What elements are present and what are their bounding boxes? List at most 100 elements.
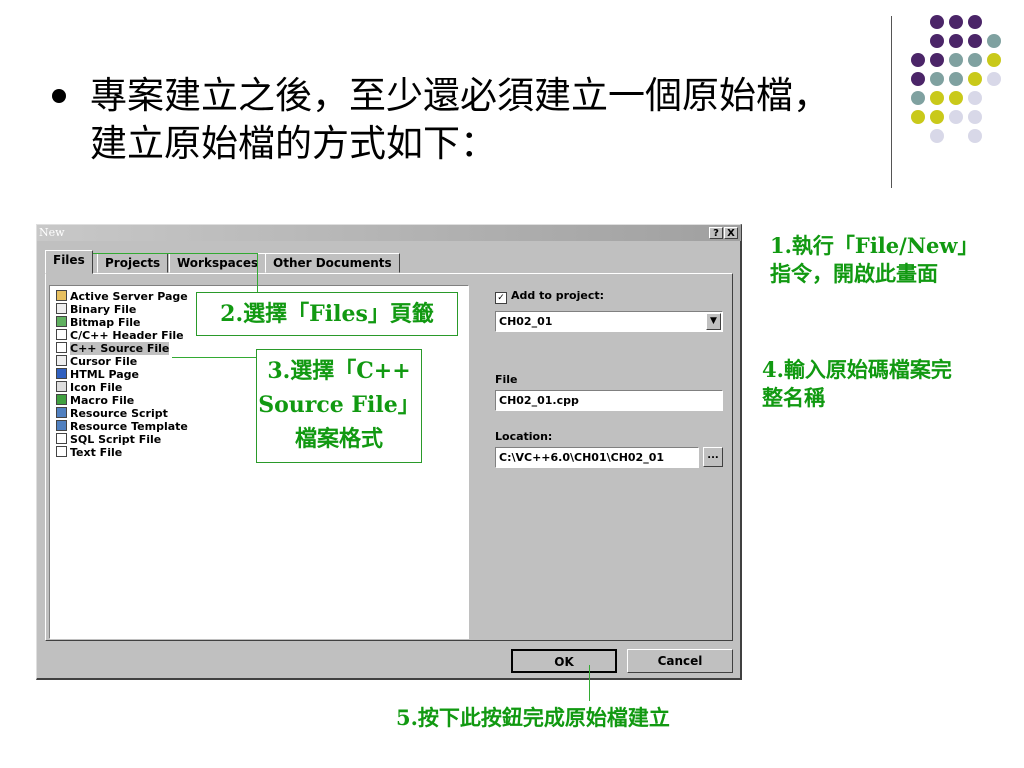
list-item[interactable]: Text File bbox=[56, 446, 122, 459]
list-item[interactable]: Macro File bbox=[56, 394, 134, 407]
list-item[interactable]: Resource Template bbox=[56, 420, 188, 433]
macro-file-icon bbox=[56, 394, 67, 405]
dialog-title: New bbox=[39, 226, 65, 239]
decorative-dot bbox=[987, 53, 1001, 67]
callout-file-new: 1.執行「File/New」 指令，開啟此畫面 bbox=[770, 232, 978, 288]
list-item[interactable]: Active Server Page bbox=[56, 290, 188, 303]
callout-enter-filename: 4.輸入原始碼檔案完 整名稱 bbox=[762, 356, 952, 412]
list-item-label: Resource Script bbox=[70, 407, 168, 420]
text-file-icon bbox=[56, 446, 67, 457]
list-item[interactable]: Resource Script bbox=[56, 407, 168, 420]
list-item-selected[interactable]: C++ Source File bbox=[56, 342, 170, 355]
decorative-dot bbox=[968, 91, 982, 105]
decorative-dot bbox=[911, 91, 925, 105]
tab-other-documents[interactable]: Other Documents bbox=[265, 253, 400, 273]
add-to-project-checkbox[interactable]: ✓ Add to project: bbox=[495, 289, 604, 304]
connector-line-files-vertical bbox=[257, 253, 258, 293]
decorative-dot bbox=[949, 110, 963, 124]
bullet-text-line1: 專案建立之後，至少還必須建立一個原始檔， bbox=[90, 74, 830, 117]
file-label: File bbox=[495, 373, 518, 386]
resource-script-icon bbox=[56, 407, 67, 418]
connector-line-ok bbox=[589, 665, 590, 701]
list-item-label: Resource Template bbox=[70, 420, 188, 433]
callout-enter-filename-line1: 4.輸入原始碼檔案完 bbox=[762, 357, 952, 382]
decorative-dot bbox=[949, 91, 963, 105]
list-item[interactable]: C/C++ Header File bbox=[56, 329, 184, 342]
list-item-label: Icon File bbox=[70, 381, 123, 394]
list-item[interactable]: Binary File bbox=[56, 303, 136, 316]
list-item[interactable]: SQL Script File bbox=[56, 433, 161, 446]
decorative-dot bbox=[911, 53, 925, 67]
header-file-icon bbox=[56, 329, 67, 340]
decorative-dot bbox=[930, 110, 944, 124]
cancel-button[interactable]: Cancel bbox=[627, 649, 733, 673]
decorative-dot bbox=[987, 34, 1001, 48]
decorative-dot bbox=[987, 72, 1001, 86]
connector-line-files bbox=[86, 253, 258, 254]
callout-enter-filename-line2: 整名稱 bbox=[762, 385, 825, 410]
connector-line-cpp bbox=[172, 357, 258, 358]
project-select-value: CH02_01 bbox=[499, 315, 553, 328]
asp-file-icon bbox=[56, 290, 67, 301]
decorative-dot bbox=[968, 53, 982, 67]
tab-files[interactable]: Files bbox=[45, 250, 93, 274]
callout-select-cpp-line2: Source File」 bbox=[258, 392, 420, 418]
decorative-dot bbox=[949, 34, 963, 48]
location-label: Location: bbox=[495, 430, 553, 443]
tab-projects[interactable]: Projects bbox=[97, 253, 169, 273]
decorative-dot bbox=[930, 53, 944, 67]
resource-template-icon bbox=[56, 420, 67, 431]
decorative-dot bbox=[930, 34, 944, 48]
decorative-dot bbox=[911, 72, 925, 86]
help-button[interactable]: ? bbox=[709, 227, 723, 239]
tab-workspaces[interactable]: Workspaces bbox=[169, 253, 267, 273]
callout-press-ok: 5.按下此按鈕完成原始檔建立 bbox=[396, 705, 670, 730]
sql-script-icon bbox=[56, 433, 67, 444]
add-to-project-label: Add to project: bbox=[511, 289, 605, 302]
list-item-label: Active Server Page bbox=[70, 290, 188, 303]
checkbox-mark-icon: ✓ bbox=[495, 292, 507, 304]
list-item-label: Cursor File bbox=[70, 355, 138, 368]
bullet-icon bbox=[52, 89, 66, 103]
callout-select-cpp-line1: 3.選擇「C++ bbox=[267, 358, 411, 384]
chevron-down-icon[interactable]: ▼ bbox=[706, 313, 721, 330]
list-item-label: C++ Source File bbox=[70, 342, 170, 355]
file-name-input[interactable]: CH02_01.cpp bbox=[495, 390, 723, 411]
dialog-titlebar[interactable]: New ? X bbox=[37, 225, 741, 241]
decorative-dot bbox=[968, 34, 982, 48]
list-item[interactable]: Bitmap File bbox=[56, 316, 141, 329]
decorative-dot bbox=[968, 110, 982, 124]
list-item-label: Macro File bbox=[70, 394, 135, 407]
bullet-text: 專案建立之後，至少還必須建立一個原始檔， 建立原始檔的方式如下： bbox=[90, 72, 830, 168]
decorative-dot bbox=[930, 15, 944, 29]
decorative-dot bbox=[930, 129, 944, 143]
ok-button[interactable]: OK bbox=[511, 649, 617, 673]
list-item-label: Binary File bbox=[70, 303, 137, 316]
close-button[interactable]: X bbox=[724, 227, 738, 239]
decorative-dot bbox=[968, 15, 982, 29]
icon-file-icon bbox=[56, 381, 67, 392]
decorative-dot bbox=[930, 91, 944, 105]
location-input[interactable]: C:\VC++6.0\CH01\CH02_01 bbox=[495, 447, 699, 468]
callout-file-new-line1: 1.執行「File/New」 bbox=[770, 233, 979, 258]
decorative-vertical-line bbox=[891, 16, 892, 188]
list-item-label: Text File bbox=[70, 446, 123, 459]
bitmap-file-icon bbox=[56, 316, 67, 327]
list-item-label: HTML Page bbox=[70, 368, 140, 381]
cpp-file-icon bbox=[56, 342, 67, 353]
decorative-dot bbox=[968, 72, 982, 86]
browse-button[interactable]: ... bbox=[703, 447, 723, 467]
cursor-file-icon bbox=[56, 355, 67, 366]
binary-file-icon bbox=[56, 303, 67, 314]
decorative-dot bbox=[911, 110, 925, 124]
bullet-text-line2: 建立原始檔的方式如下： bbox=[90, 122, 497, 165]
list-item-label: Bitmap File bbox=[70, 316, 141, 329]
list-item[interactable]: Icon File bbox=[56, 381, 122, 394]
project-select[interactable]: CH02_01 ▼ bbox=[495, 311, 723, 332]
decorative-dot bbox=[949, 15, 963, 29]
decorative-dot bbox=[949, 53, 963, 67]
list-item[interactable]: Cursor File bbox=[56, 355, 137, 368]
list-item[interactable]: HTML Page bbox=[56, 368, 139, 381]
list-item-label: C/C++ Header File bbox=[70, 329, 184, 342]
html-page-icon bbox=[56, 368, 67, 379]
